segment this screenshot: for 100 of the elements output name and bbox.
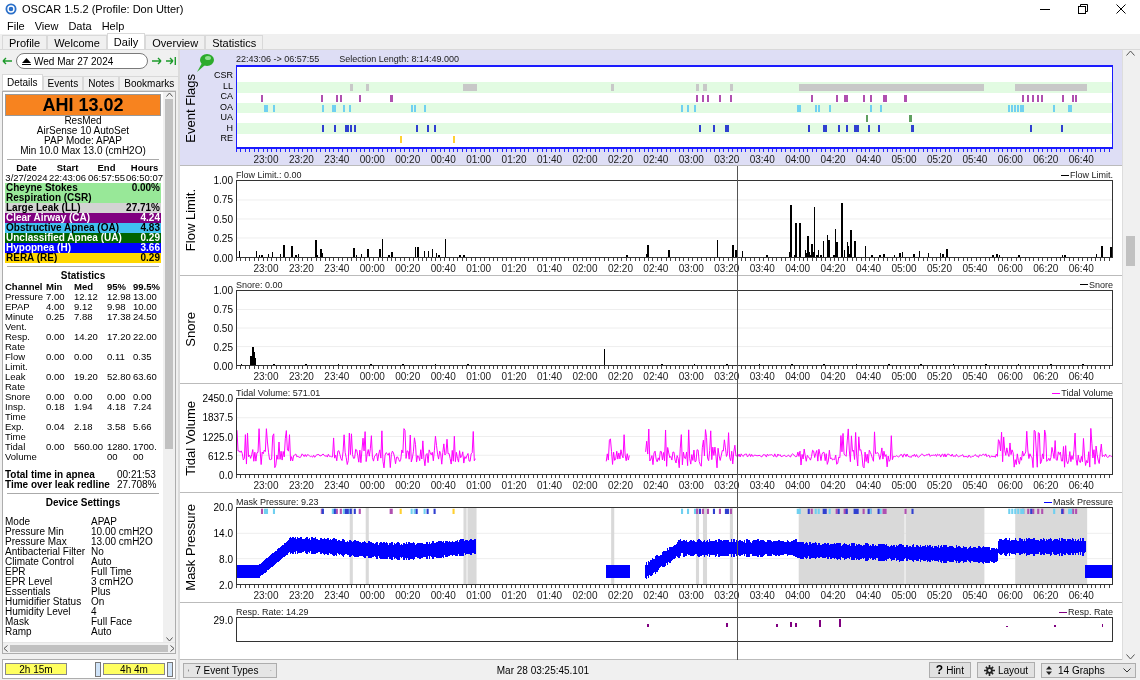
button-label: Layout (997, 664, 1028, 676)
menu-item[interactable]: View (29, 20, 64, 32)
tab[interactable]: Notes (83, 76, 120, 90)
tick-label: 01:20 (501, 480, 527, 492)
tick-label: 0.00 (213, 252, 233, 264)
setting-value: 3 cmH2O (91, 577, 135, 587)
setting-value: Full Time (91, 567, 133, 577)
tick-label: 05:00 (891, 263, 917, 274)
tick-label: 06:40 (1068, 371, 1094, 383)
table-cell-text: 0.00 (46, 442, 66, 454)
tick-label: 05:20 (926, 371, 952, 383)
table-cell-text: Pressure (5, 292, 44, 302)
vertical-scrollbar[interactable] (163, 92, 175, 642)
table-cell-text: Flow Limit. (5, 352, 29, 372)
tick-label: 0.50 (213, 322, 233, 334)
index-label: Large Leak (LL) (6, 203, 81, 213)
layout-button[interactable]: Layout (976, 662, 1035, 678)
tick-label: 03:40 (749, 263, 775, 274)
tick-label: 05:20 (926, 154, 952, 165)
tick-label: 04:20 (820, 371, 846, 383)
current-reading: Mask Pressure: 9.23 (236, 497, 319, 508)
legend-label: Flow Limit. (1070, 170, 1113, 180)
row-label: OA (219, 102, 234, 114)
hint-button[interactable]: ? Hint (928, 662, 971, 678)
row-label: CSR (213, 71, 234, 82)
tick-label: 01:20 (501, 263, 527, 274)
tick-label: 02:00 (572, 371, 598, 383)
tick-label: 00:00 (359, 480, 385, 492)
tick-label: 23:20 (288, 371, 314, 383)
tick-label: 05:40 (962, 371, 988, 383)
index-value: 3.66 (139, 243, 160, 253)
setting-value: 10.00 cmH2O (91, 527, 154, 537)
close-icon[interactable] (1116, 4, 1126, 14)
tick-label: 02:20 (607, 263, 633, 274)
setting-label: Climate Control (5, 557, 75, 567)
tab[interactable]: Overview (145, 35, 206, 49)
table-cell: 22:43:06 (48, 173, 87, 183)
table-cell: 06:57:55 (87, 173, 126, 183)
last-day-icon[interactable] (166, 57, 176, 65)
tick-label: 01:00 (466, 371, 492, 383)
event-types-dropdown[interactable]: 7 Event Types (183, 662, 277, 678)
table-cell-text: 0.00 (46, 332, 66, 344)
tab[interactable]: Statistics (205, 35, 264, 49)
tab[interactable]: Details (2, 74, 43, 90)
table-cell-text: 560.00 (74, 442, 105, 454)
tab[interactable]: Daily (106, 33, 146, 49)
horizontal-scrollbar[interactable] (3, 642, 175, 653)
graphs-dropdown[interactable]: 14 Graphs (1041, 662, 1136, 678)
column-header: End (96, 163, 117, 173)
vertical-scrollbar[interactable] (1122, 50, 1138, 660)
machine-info: ResMed (63, 116, 103, 126)
legend-label: Tidal Volume (1061, 388, 1113, 399)
tick-label: 05:00 (891, 371, 917, 383)
tick-label: 1.00 (213, 284, 233, 296)
tick-label: 04:40 (856, 371, 882, 383)
tick-label: 02:40 (643, 480, 669, 492)
tick-label: 06:40 (1068, 480, 1094, 492)
total-label: Total time in apnea (5, 470, 95, 480)
tick-label: 06:40 (1068, 263, 1094, 274)
tick-label: 23:00 (253, 263, 279, 274)
slider-handle[interactable] (167, 661, 173, 677)
tick-label: 02:00 (572, 263, 598, 274)
index-value: 0.29 (139, 233, 160, 243)
window-title: OSCAR 1.5.2 (Profile: Don Utter) (22, 3, 184, 15)
tick-label: 1225.0 (202, 431, 233, 443)
table-cell-text: 0.18 (46, 402, 66, 414)
tab[interactable]: Welcome (47, 35, 107, 49)
column-header: Channel (5, 282, 44, 292)
tick-label: 14.0 (213, 527, 233, 539)
scroll-up-icon (1126, 50, 1135, 56)
scrollbar-thumb[interactable] (165, 99, 173, 449)
setting-value: Full Face (91, 617, 134, 627)
tab[interactable]: Events (42, 76, 84, 90)
tick-label: 00:20 (395, 263, 421, 274)
menu-item[interactable]: Help (96, 20, 130, 32)
tick-label: 01:40 (537, 263, 563, 274)
menu-item[interactable]: Data (63, 20, 97, 32)
tick-label: 0.0 (219, 469, 233, 481)
tab[interactable]: Bookmarks (119, 76, 180, 90)
tick-label: 03:40 (749, 590, 775, 602)
tick-label: 01:40 (537, 480, 563, 492)
setting-value: 13.00 cmH2O (91, 537, 154, 547)
tick-label: 01:20 (501, 590, 527, 602)
tick-label: 23:00 (253, 590, 279, 602)
tick-label: 01:00 (466, 263, 492, 274)
restore-icon[interactable] (1078, 4, 1088, 14)
slider-handle[interactable] (95, 661, 101, 677)
table-cell-text: Minute Vent. (5, 312, 35, 332)
forward-arrow-icon[interactable] (152, 57, 162, 65)
tick-label: 00:00 (359, 154, 385, 165)
scrollbar-thumb[interactable] (10, 644, 168, 652)
row-label: RE (219, 134, 234, 146)
tick-label: 01:00 (466, 480, 492, 492)
tab[interactable]: Profile (2, 35, 48, 49)
back-arrow-icon[interactable] (2, 57, 12, 65)
scrollbar-thumb[interactable] (1126, 236, 1135, 266)
date-picker[interactable]: Wed Mar 27 2024 (16, 53, 148, 69)
menu-item[interactable]: File (2, 20, 30, 32)
dropdown-value: 7 Event Types (195, 664, 259, 676)
tick-label: 06:40 (1068, 154, 1094, 165)
